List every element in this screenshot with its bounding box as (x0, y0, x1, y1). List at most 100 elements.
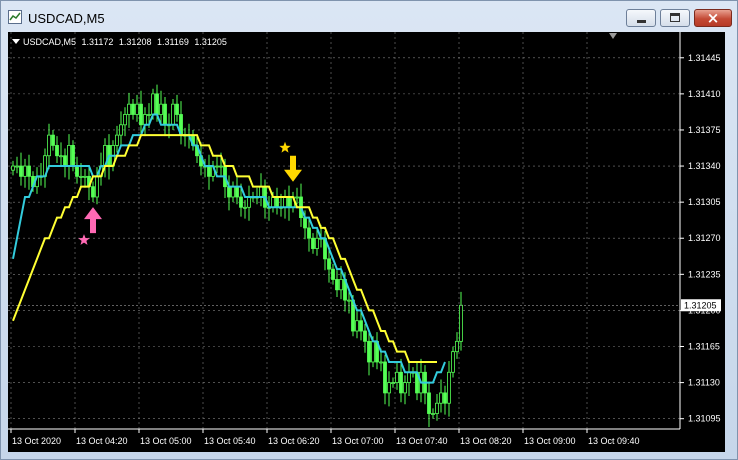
candle-body (363, 330, 367, 342)
price-axis-label: 1.31410 (688, 89, 721, 99)
time-axis-label: 13 Oct 06:20 (268, 436, 320, 446)
candle-body (335, 279, 339, 291)
candle-body (287, 196, 291, 208)
candle-body (311, 237, 315, 249)
price-axis-label: 1.31445 (688, 53, 721, 63)
chart-window-icon (8, 10, 22, 24)
chart-background (8, 32, 725, 452)
candle-body (355, 320, 359, 332)
candle-body (259, 186, 263, 198)
candle-body (435, 402, 439, 414)
dropdown-triangle-icon[interactable] (12, 39, 20, 44)
candle-body (23, 165, 27, 177)
candlestick-chart[interactable]: 1.31445 1.31410 1.31375 1.31340 1.31305 1.312… (8, 32, 725, 452)
ohlc-low: 1.31169 (156, 37, 189, 47)
candle-body (427, 392, 431, 414)
candle-body (95, 175, 99, 198)
time-axis-label: 13 Oct 04:20 (76, 436, 128, 446)
candle-body (239, 196, 243, 208)
candle-body (283, 196, 287, 208)
candle-body (339, 279, 343, 291)
candle-body (315, 237, 319, 249)
candle-body (227, 186, 231, 198)
candle-body (175, 103, 179, 115)
candle-body (11, 165, 15, 171)
chart-shift-marker-icon[interactable] (609, 33, 617, 39)
candle-body (119, 124, 123, 136)
candle-body (383, 361, 387, 394)
price-chart[interactable]: 1.31445 1.31410 1.31375 1.31340 1.31305 1.312… (8, 32, 725, 452)
candle-body (231, 186, 235, 198)
candle-body (51, 134, 55, 146)
candle-body (147, 114, 151, 116)
price-axis-label: 1.31165 (688, 342, 720, 352)
maximize-button[interactable] (660, 9, 690, 27)
candle-body (451, 351, 455, 373)
time-axis-label: 13 Oct 05:40 (204, 436, 256, 446)
candle-body (403, 382, 407, 394)
candle-body (71, 145, 75, 167)
candle-body (271, 196, 275, 208)
candle-body (59, 155, 63, 158)
close-button[interactable]: × (694, 9, 732, 27)
minimize-button[interactable] (626, 9, 656, 27)
price-axis-label: 1.31375 (688, 125, 721, 135)
terminal-chart-window: USDCAD,M5 × 1.31445 1.31410 1.31375 1.31340… (0, 0, 738, 460)
price-axis-label: 1.31095 (688, 414, 721, 424)
candle-body (391, 382, 395, 384)
candle-body (63, 155, 67, 167)
maximize-icon (670, 13, 680, 22)
candle-body (75, 165, 79, 177)
candle-body (91, 186, 95, 198)
candle-body (247, 196, 251, 208)
candle-body (243, 206, 247, 209)
time-axis-label: 13 Oct 09:00 (524, 436, 576, 446)
window-title: USDCAD,M5 (28, 11, 105, 26)
current-price-label: 1.31205 (684, 300, 717, 310)
candle-body (379, 361, 383, 364)
candle-body (235, 186, 239, 198)
candle-body (163, 103, 167, 126)
time-axis-label: 13 Oct 07:00 (332, 436, 384, 446)
title-bar[interactable]: USDCAD,M5 × (1, 1, 737, 31)
time-axis-label: 13 Oct 2020 (12, 436, 61, 446)
candle-body (395, 371, 399, 383)
candle-body (443, 392, 447, 404)
candle-body (327, 258, 331, 270)
candle-body (27, 165, 31, 177)
price-axis-label: 1.31130 (688, 378, 720, 388)
candle-body (219, 165, 223, 168)
candle-body (143, 114, 147, 126)
candle-body (331, 268, 335, 280)
candle-body (447, 371, 451, 404)
candle-body (79, 175, 83, 178)
price-axis-label: 1.31235 (688, 269, 721, 279)
time-axis-label: 13 Oct 05:00 (140, 436, 192, 446)
candle-body (171, 103, 175, 126)
candle-body (399, 371, 403, 394)
candle-body (207, 165, 211, 177)
candle-body (215, 165, 219, 168)
close-icon: × (706, 9, 720, 27)
minimize-icon (637, 20, 646, 23)
candle-body (155, 93, 159, 115)
candle-body (407, 371, 411, 383)
candle-body (127, 103, 131, 115)
ohlc-high: 1.31208 (118, 37, 152, 47)
symbol-info: USDCAD,M5 1.31172 1.31208 1.31169 1.3120… (12, 37, 230, 47)
candle-body (131, 103, 135, 115)
candle-body (367, 340, 371, 363)
candle-body (55, 145, 59, 157)
ohlc-close: 1.31205 (194, 37, 227, 47)
candle-body (371, 340, 375, 363)
price-axis-label: 1.31305 (688, 197, 721, 207)
candle-body (67, 145, 71, 167)
symbol-label: USDCAD,M5 (23, 37, 77, 47)
candle-body (295, 196, 299, 199)
time-axis-label: 13 Oct 09:40 (588, 436, 640, 446)
candle-body (115, 134, 119, 146)
candle-body (275, 196, 279, 208)
candle-body (431, 413, 435, 415)
candle-body (135, 103, 139, 115)
time-axis-label: 13 Oct 08:20 (460, 436, 512, 446)
